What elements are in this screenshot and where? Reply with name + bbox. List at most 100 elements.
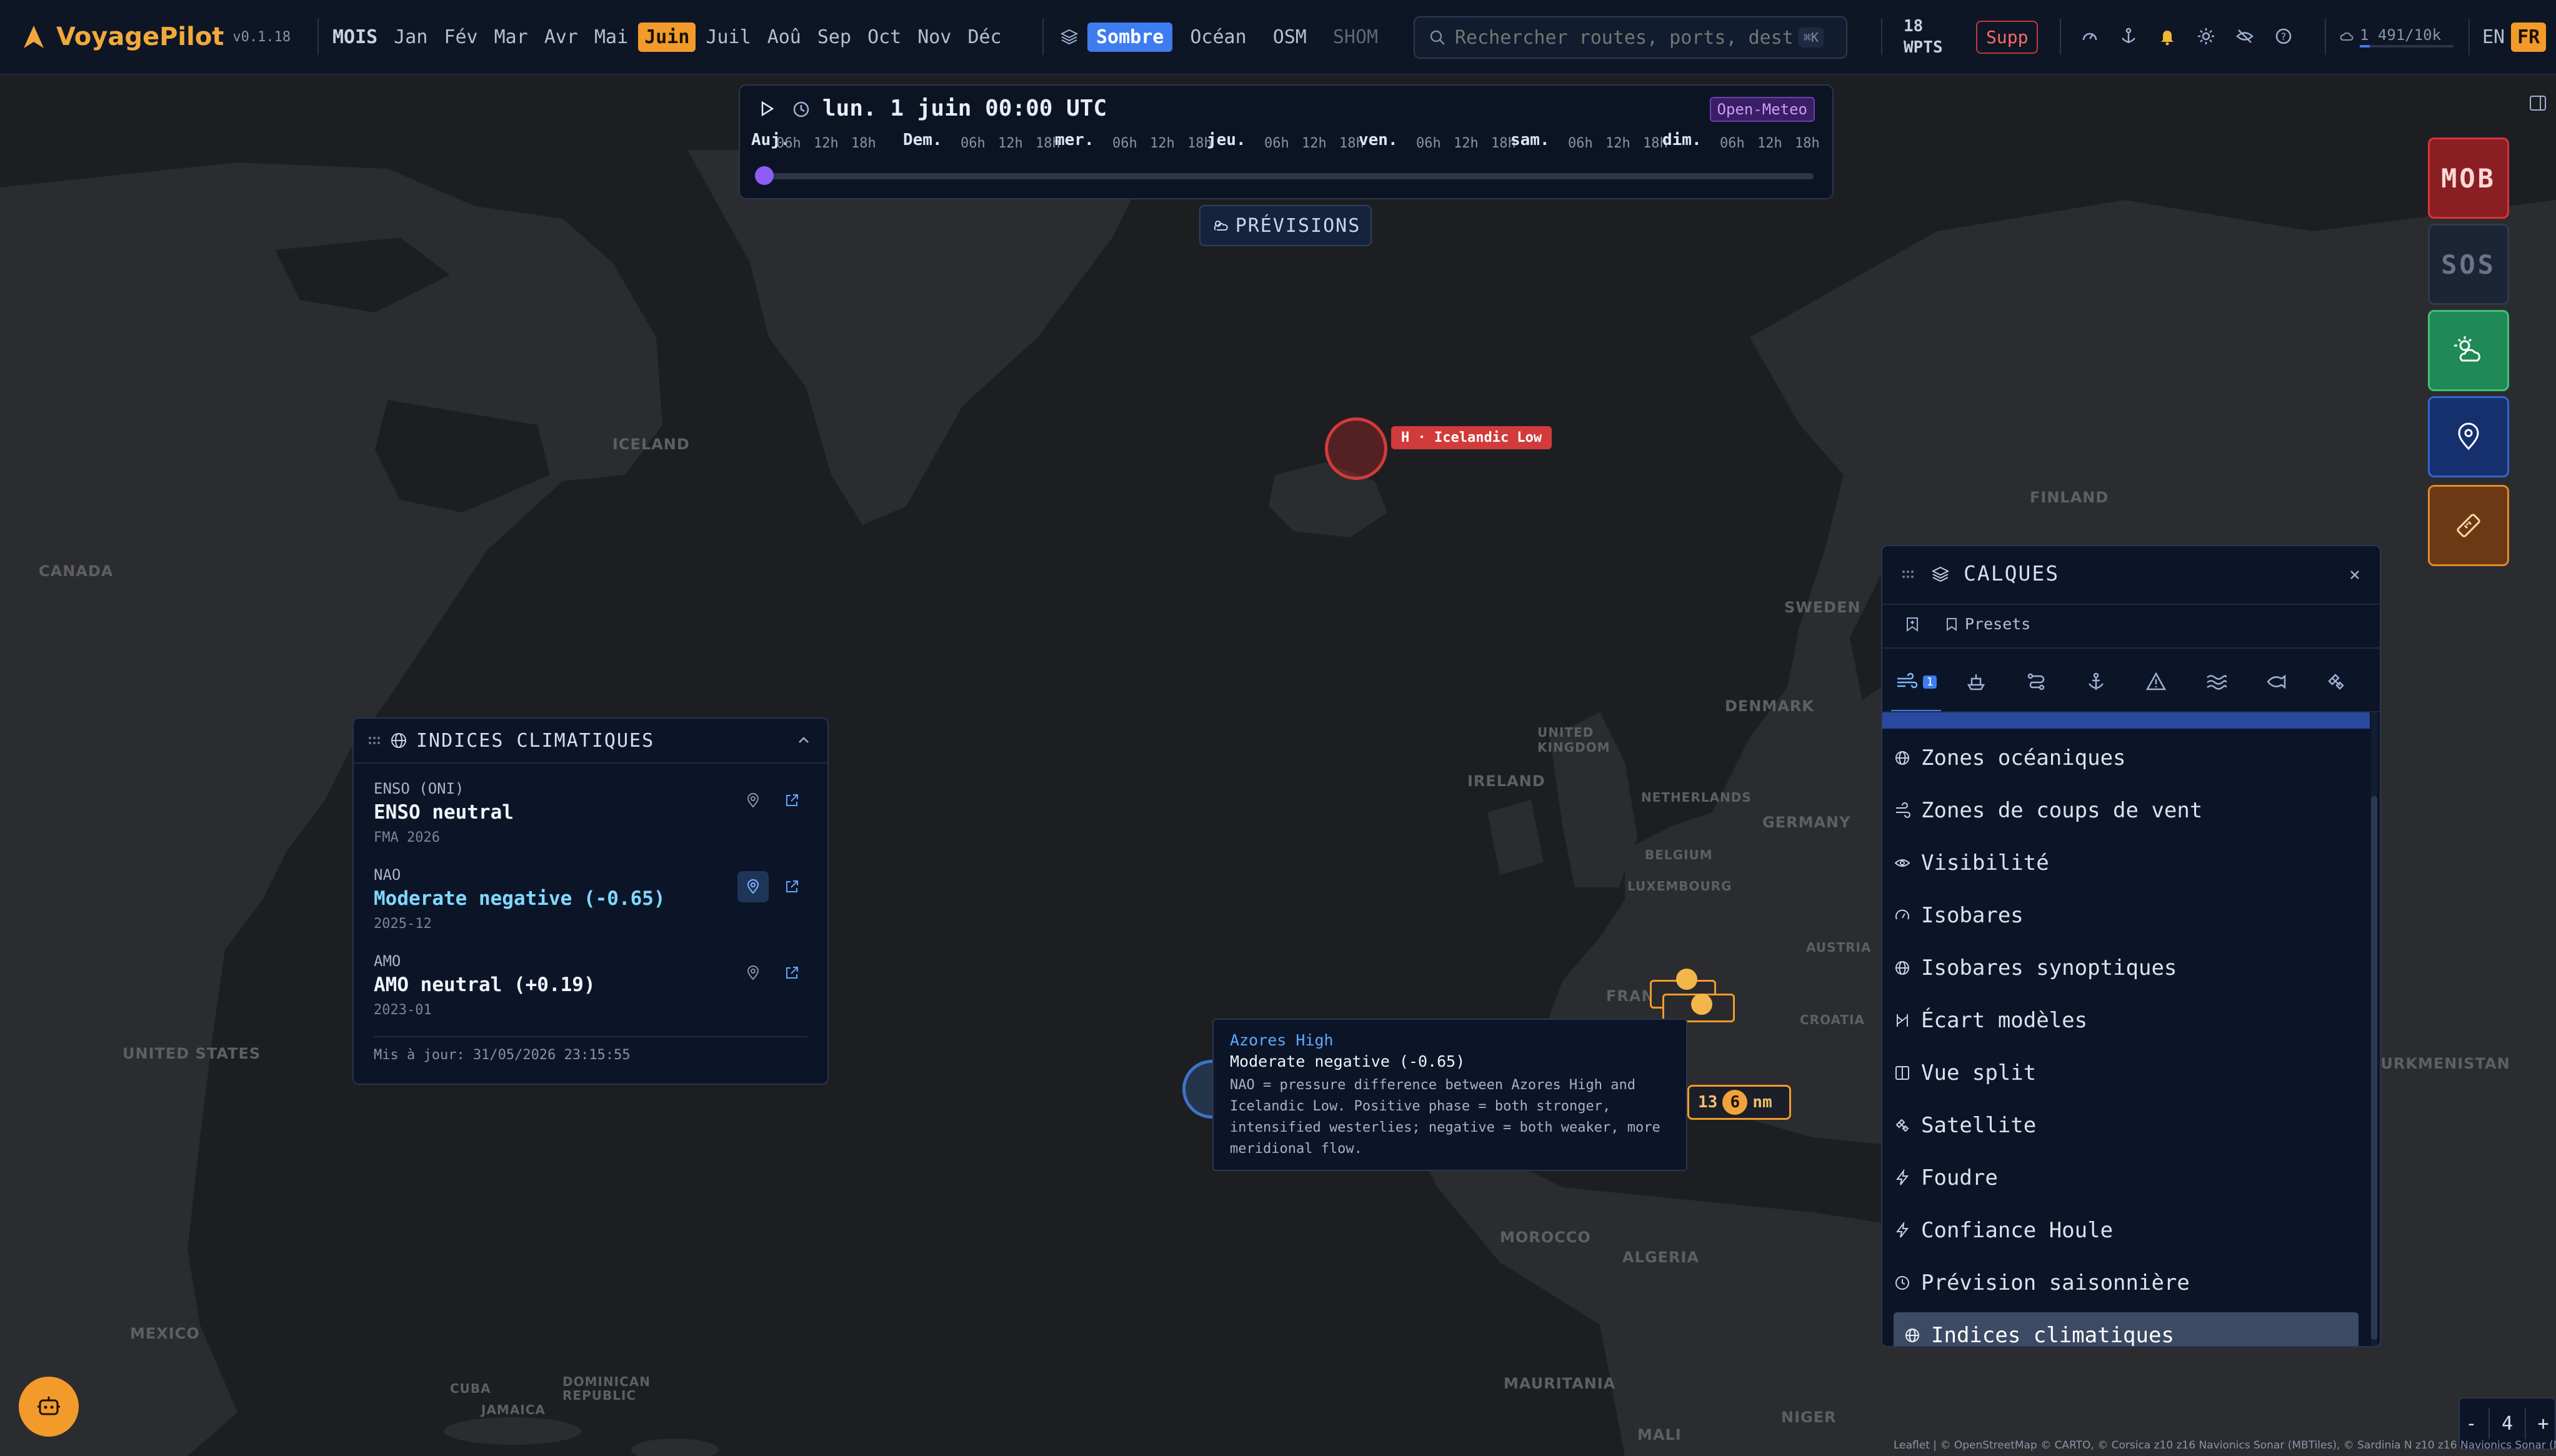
timeline-hour-label[interactable]: 12h — [1454, 136, 1479, 151]
anchor-icon[interactable] — [2116, 24, 2141, 49]
layer-ocean-zones[interactable]: Zones océaniques — [1894, 735, 2359, 781]
search-box[interactable]: ⌘K — [1414, 16, 1847, 59]
weather-button[interactable] — [2428, 310, 2509, 391]
basemap-dark[interactable]: Sombre — [1087, 22, 1173, 52]
drag-handle-icon[interactable] — [367, 734, 381, 747]
forecast-source-badge[interactable]: Open-Meteo — [1709, 97, 1815, 122]
month-mar[interactable]: Mar — [488, 22, 534, 52]
timeline-day-label[interactable]: ven. — [1359, 131, 1398, 149]
timeline-hour-label[interactable]: 12h — [1302, 136, 1327, 151]
layer-split-view[interactable]: Vue split — [1894, 1050, 2359, 1096]
tab-wind[interactable]: 1 — [1891, 654, 1941, 712]
layer-model-spread[interactable]: Écart modèles — [1894, 997, 2359, 1044]
tab-hazards[interactable] — [2131, 654, 2181, 710]
layer-seasonal-forecast[interactable]: Prévision saisonnière — [1894, 1260, 2359, 1306]
layers-list[interactable]: Zones océaniques Zones de coups de vent … — [1882, 712, 2370, 1346]
layer-lightning[interactable]: Foudre — [1894, 1155, 2359, 1201]
timeline-track[interactable] — [764, 173, 1814, 179]
bell-icon[interactable] — [2155, 24, 2180, 49]
nao-locate-button[interactable] — [737, 871, 769, 902]
icelandic-low-marker[interactable] — [1325, 417, 1387, 480]
timeline-hour-label[interactable]: 06h — [961, 136, 986, 151]
ruler-button[interactable] — [2428, 485, 2509, 566]
enso-external-link-button[interactable] — [776, 785, 807, 816]
layer-visibility[interactable]: Visibilité — [1894, 840, 2359, 886]
climate-panel-header[interactable]: INDICES CLIMATIQUES — [354, 719, 827, 764]
timeline-hour-label[interactable]: 06h — [1568, 136, 1593, 151]
location-button[interactable] — [2428, 396, 2509, 477]
close-icon[interactable] — [2347, 567, 2362, 582]
timeline-hour-label[interactable]: 12h — [998, 136, 1023, 151]
timeline-hour-label[interactable]: 12h — [1757, 136, 1782, 151]
app-brand[interactable]: VoyagePilot v0.1.18 — [20, 0, 291, 74]
timeline-hour-label[interactable]: 06h — [1264, 136, 1289, 151]
zoom-in-button[interactable]: + — [2538, 1413, 2549, 1435]
gauge-icon[interactable] — [2077, 24, 2102, 49]
layer-climate-indices[interactable]: Indices climatiques — [1894, 1312, 2359, 1346]
layer-swell-confidence[interactable]: Confiance Houle — [1894, 1207, 2359, 1254]
basemap-ocean[interactable]: Océan — [1181, 22, 1255, 52]
amo-locate-button[interactable] — [737, 957, 769, 989]
month-nov[interactable]: Nov — [911, 22, 957, 52]
month-jun[interactable]: Juin — [638, 22, 696, 52]
delete-button[interactable]: Supp — [1976, 20, 2039, 54]
timeline-hour-label[interactable]: 06h — [1720, 136, 1745, 151]
scrollbar-thumb[interactable] — [2371, 796, 2377, 1340]
basemap-osm[interactable]: OSM — [1264, 22, 1315, 52]
tab-waves[interactable] — [2191, 654, 2241, 710]
timeline-handle[interactable] — [755, 166, 774, 185]
month-jan[interactable]: Jan — [387, 22, 434, 52]
timeline-day-label[interactable]: mer. — [1055, 131, 1094, 149]
tab-anchorage[interactable] — [2071, 654, 2121, 710]
month-jul[interactable]: Juil — [699, 22, 757, 52]
help-icon[interactable]: ? — [2271, 24, 2296, 49]
bookmark-add-icon[interactable] — [1905, 616, 1920, 632]
map-attribution[interactable]: Leaflet | © OpenStreetMap © CARTO, © Cor… — [1894, 1439, 2556, 1452]
enso-locate-button[interactable] — [737, 785, 769, 816]
timeline-hour-label[interactable]: 06h — [1112, 136, 1137, 151]
layer-synoptic-isobars[interactable]: Isobares synoptiques — [1894, 945, 2359, 991]
sos-button[interactable]: SOS — [2428, 224, 2509, 305]
sidebar-toggle-icon[interactable] — [2529, 94, 2547, 112]
timeline-hour-label[interactable]: 12h — [1605, 136, 1630, 151]
timeline-hour-label[interactable]: 06h — [776, 136, 801, 151]
month-may[interactable]: Mai — [588, 22, 634, 52]
amo-external-link-button[interactable] — [776, 957, 807, 989]
timeline-day-label[interactable]: Dem. — [903, 131, 942, 149]
presets-button[interactable]: Presets — [1945, 615, 2030, 633]
tab-fish[interactable] — [2251, 654, 2301, 710]
sun-icon[interactable] — [2194, 24, 2219, 49]
assistant-button[interactable] — [19, 1377, 79, 1437]
play-icon[interactable] — [757, 99, 776, 118]
month-aug[interactable]: Aoû — [761, 22, 807, 52]
timeline-day-label[interactable]: dim. — [1662, 131, 1702, 149]
mob-button[interactable]: MOB — [2428, 137, 2509, 219]
month-sep[interactable]: Sep — [811, 22, 857, 52]
month-oct[interactable]: Oct — [861, 22, 907, 52]
tab-boat[interactable] — [1951, 654, 2001, 710]
timeline-day-label[interactable]: sam. — [1510, 131, 1550, 149]
cluster-distance-badge[interactable]: 13 6 nm — [1687, 1085, 1791, 1120]
month-dec[interactable]: Déc — [961, 22, 1007, 52]
drag-handle-icon[interactable] — [1901, 567, 1915, 581]
eye-off-icon[interactable] — [2232, 24, 2257, 49]
nao-external-link-button[interactable] — [776, 871, 807, 902]
chevron-up-icon[interactable] — [796, 733, 811, 748]
waypoint-counter[interactable]: 18 WPTS — [1904, 0, 1943, 74]
cluster-dot-1[interactable] — [1676, 969, 1697, 990]
layer-gale-zones[interactable]: Zones de coups de vent — [1894, 787, 2359, 834]
layer-isobars[interactable]: Isobares — [1894, 892, 2359, 939]
tab-satellite[interactable] — [2311, 654, 2361, 710]
forecast-button[interactable]: PRÉVISIONS — [1199, 205, 1372, 246]
cluster-dot-2[interactable] — [1691, 994, 1712, 1015]
timeline-day-label[interactable]: jeu. — [1207, 131, 1246, 149]
lang-en[interactable]: EN — [2476, 22, 2511, 52]
month-feb[interactable]: Fév — [437, 22, 484, 52]
layer-satellite[interactable]: Satellite — [1894, 1102, 2359, 1149]
timeline-hour-label[interactable]: 18h — [851, 136, 876, 151]
timeline-hour-label[interactable]: 12h — [1150, 136, 1175, 151]
timeline-hour-label[interactable]: 06h — [1416, 136, 1441, 151]
timeline-hour-label[interactable]: 12h — [814, 136, 839, 151]
zoom-out-button[interactable]: - — [2465, 1413, 2477, 1435]
lang-fr[interactable]: FR — [2511, 22, 2547, 52]
